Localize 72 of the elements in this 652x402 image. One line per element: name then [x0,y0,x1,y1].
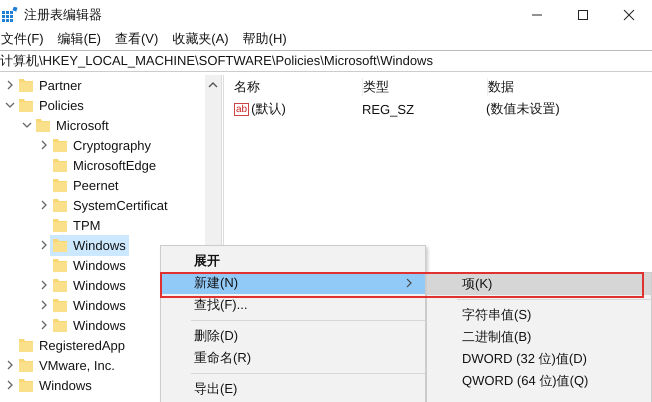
menu-item[interactable]: 收藏夹(A) [172,30,229,48]
menu-item[interactable]: 文件(F) [1,30,44,48]
context-menu-item[interactable]: 展开 [161,250,425,272]
folder-icon [52,177,68,193]
submenu-item[interactable]: DWORD (32 位)值(D) [427,348,651,370]
chevron-icon[interactable] [5,100,15,110]
column-header[interactable]: 类型 [362,78,487,96]
tree-item[interactable]: Peernet [50,174,122,196]
tree-item[interactable]: Windows [50,294,129,316]
folder-icon [52,297,68,313]
submenu-item[interactable]: 二进制值(B) [427,326,651,348]
table-cell: (默认) [251,100,286,118]
context-menu-item[interactable]: 重命名(R) [161,347,425,369]
folder-icon [52,277,68,293]
chevron-icon[interactable] [5,360,15,370]
context-menu-item[interactable]: 新建(N) [161,272,425,294]
folder-icon [52,217,68,233]
folder-icon [52,257,68,273]
tree-item[interactable]: Cryptography [50,134,154,156]
folder-icon [18,97,34,113]
chevron-icon[interactable] [39,300,49,310]
folder-icon [35,117,51,133]
table-cell: (数值未设置) [486,100,560,118]
tree-item[interactable]: Windows [16,374,95,396]
tree-item[interactable]: Windows [50,274,129,296]
address-field[interactable]: 计算机\HKEY_LOCAL_MACHINE\SOFTWARE\Policies\Microsoft\Windows [0,50,652,72]
folder-icon [18,377,34,393]
scroll-up-icon[interactable] [208,81,218,89]
column-header[interactable]: 数据 [487,78,514,96]
column-header[interactable]: 名称 [234,78,362,96]
menu-item[interactable]: 查看(V) [114,30,158,48]
chevron-icon[interactable] [5,380,15,390]
folder-icon [18,357,34,373]
tree-item[interactable]: Microsoft [33,114,112,136]
string-value-icon: ab [234,102,250,116]
maximize-icon[interactable] [577,9,589,21]
tree-item[interactable]: Windows [50,314,129,336]
folder-icon [52,237,68,253]
tree-item[interactable]: SystemCertificat [50,194,171,216]
submenu-item[interactable]: 字符串值(S) [427,304,651,326]
folder-icon [52,317,68,333]
table-cell-text: REG_SZ [362,102,416,116]
chevron-icon[interactable] [39,320,49,330]
chevron-icon[interactable] [39,280,49,290]
tree-item[interactable]: TPM [50,214,104,236]
registry-app-icon [2,7,18,23]
tree-item[interactable]: Windows [50,234,129,256]
context-menu-item[interactable]: 导出(E) [161,378,425,400]
tree-item[interactable]: Windows [50,254,129,276]
folder-icon [18,77,34,93]
tree-item[interactable]: VMware, Inc. [16,354,118,376]
tree-item[interactable]: Policies [16,94,87,116]
submenu-item[interactable]: QWORD (64 位)值(Q) [427,370,651,392]
close-icon[interactable] [623,9,635,21]
menu-item[interactable]: 帮助(H) [242,30,287,48]
window-title: 注册表编辑器 [24,6,102,24]
chevron-icon[interactable] [5,80,15,90]
tree-item[interactable]: MicrosoftEdge [50,154,160,176]
context-menu-item[interactable]: 查找(F)... [161,294,425,316]
folder-icon [18,337,34,353]
folder-icon [52,137,68,153]
chevron-icon[interactable] [39,240,49,250]
folder-icon [52,197,68,213]
submenu-item[interactable]: 项(K) [427,273,651,295]
context-menu-item[interactable]: 删除(D) [161,325,425,347]
chevron-icon[interactable] [22,120,32,130]
menu-item[interactable]: 编辑(E) [58,30,101,48]
tree-item[interactable]: Partner [16,75,85,96]
chevron-icon[interactable] [39,140,49,150]
folder-icon [52,157,68,173]
tree-item[interactable]: RegisteredApp [16,334,128,356]
chevron-icon[interactable] [39,200,49,210]
